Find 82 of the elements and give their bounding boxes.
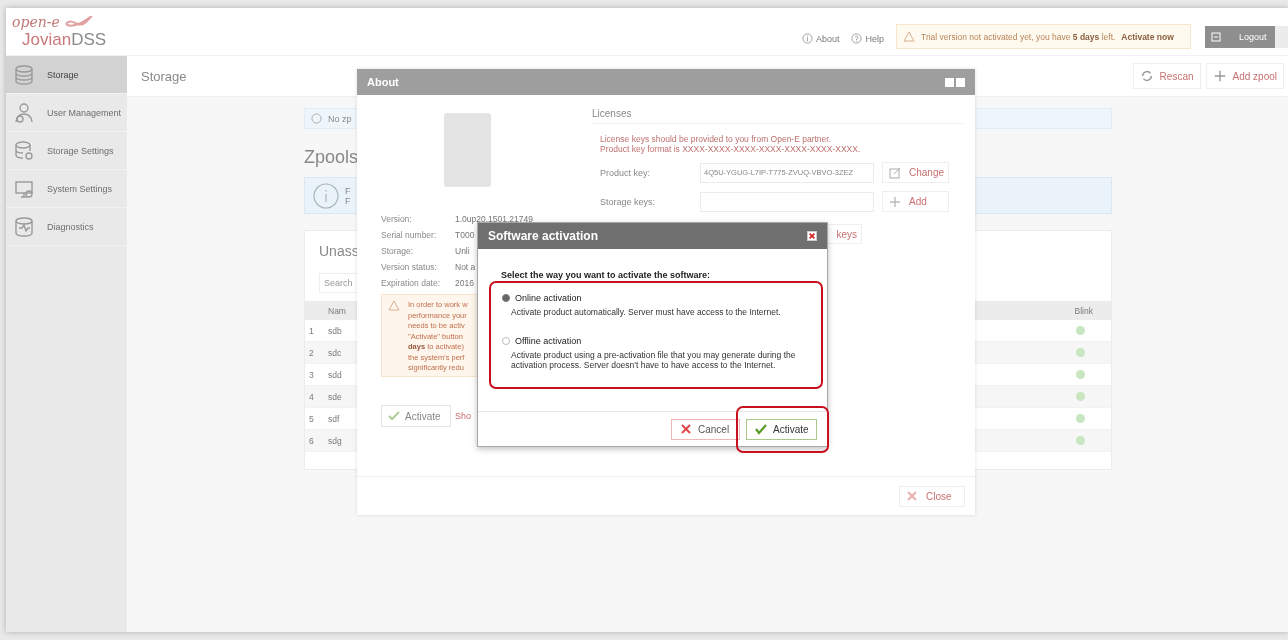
- table-cell-text: 6: [308, 435, 315, 446]
- detail-value: 2016: [455, 278, 474, 288]
- status-dot: [1076, 326, 1085, 335]
- plus-icon: [1212, 69, 1227, 83]
- status-dot: [1076, 392, 1085, 401]
- show-link[interactable]: Sho: [455, 411, 471, 421]
- sidebar-item[interactable]: Storage: [6, 56, 127, 94]
- logo-wordmark: JovianDSS: [21, 30, 107, 50]
- info-text: F: [345, 195, 351, 206]
- warning-icon: [903, 31, 915, 42]
- toolbar-button[interactable]: Rescan: [1132, 63, 1201, 89]
- detail-label: Storage:: [381, 246, 415, 256]
- table-cell: sdf: [328, 413, 340, 424]
- toolbar-button[interactable]: Add zpool: [1205, 63, 1284, 89]
- database-pulse-icon: [13, 215, 35, 238]
- logo-swirl-icon: [63, 16, 94, 28]
- activate-button[interactable]: Activate: [381, 405, 451, 427]
- close-icon: [680, 423, 692, 435]
- table-cell-text: 2: [308, 347, 315, 358]
- table-cell: sdg: [328, 435, 342, 446]
- table-cell-text: 4: [308, 391, 315, 402]
- help-icon: [851, 33, 863, 44]
- table-cell-text: 3: [308, 369, 315, 380]
- trial-message: Trial version not activated yet, you have 5 days left.: [921, 31, 1116, 42]
- field-label: Storage keys:: [600, 196, 657, 207]
- refresh-icon: [1139, 69, 1154, 83]
- field-label: Product key:: [600, 167, 652, 178]
- warning-icon: [388, 300, 400, 311]
- table-cell-text: 1: [308, 325, 315, 336]
- header-link[interactable]: Help: [851, 33, 884, 44]
- radio-button[interactable]: [502, 294, 510, 302]
- page-title: Storage: [141, 68, 187, 84]
- status-dot: [1076, 348, 1085, 357]
- notice-text: No zp: [328, 113, 352, 124]
- activation-prompt: Select the way you want to activate the software:: [501, 270, 712, 280]
- radio-button[interactable]: [502, 337, 510, 345]
- check-icon: [388, 411, 400, 421]
- detail-label: Serial number:: [381, 230, 438, 240]
- plus-icon: [889, 195, 901, 208]
- detail-value: T000: [455, 230, 475, 240]
- table-cell: sdb: [328, 325, 342, 336]
- option-description: Activate product automatically. Server must have access to the Internet.: [511, 307, 782, 317]
- panel-title: Unass: [319, 243, 359, 259]
- add-button[interactable]: Add: [882, 191, 949, 212]
- option-label[interactable]: Offline activation: [515, 336, 582, 346]
- check-icon: [755, 423, 767, 435]
- status-dot: [1076, 436, 1085, 445]
- status-dot: [1076, 414, 1085, 423]
- section-title: Zpools: [304, 147, 359, 168]
- close-button[interactable]: Close: [899, 485, 965, 507]
- detail-label: Version status:: [381, 262, 438, 272]
- activate-now-link[interactable]: Activate now: [1121, 31, 1174, 42]
- logo-tagline: open-e: [12, 14, 60, 30]
- option-label[interactable]: Online activation: [515, 293, 582, 303]
- logout-button[interactable]: Logout: [1205, 26, 1275, 48]
- detail-value: Not a: [455, 262, 476, 272]
- database-gear-icon: [13, 139, 35, 162]
- change-button[interactable]: Change: [882, 162, 949, 183]
- logout-icon: [1211, 32, 1221, 42]
- table-cell: sde: [328, 391, 342, 402]
- option-description: Activate product using a pre-activation file that you may generate during the activation process. Server doesn't have to have access to the Internet.: [511, 350, 797, 370]
- detail-value: 1.0up20.1501.21749: [455, 214, 533, 224]
- status-dot: [1076, 370, 1085, 379]
- table-cell-text: 5: [308, 413, 315, 424]
- dialog-title: Software activation: [488, 229, 599, 243]
- table-cell: sdd: [328, 369, 342, 380]
- detail-value: Unli: [455, 246, 470, 256]
- close-icon: [906, 490, 918, 502]
- table-cell: sdc: [328, 347, 342, 358]
- license-note: Product key format is XXXX-XXXX-XXXX-XXXX-XXXX-XXXX-XXXX.: [600, 144, 861, 154]
- detail-label: Expiration date:: [381, 278, 442, 288]
- user-icon: [13, 101, 35, 124]
- licenses-title: Licenses: [592, 108, 633, 119]
- dialog-title: About: [367, 76, 399, 88]
- activate-button[interactable]: Activate: [746, 418, 817, 440]
- detail-label: Version:: [381, 214, 413, 224]
- database-icon: [13, 63, 35, 86]
- info-text: F: [345, 185, 351, 196]
- license-note: License keys should be provided to you from Open-E partner.: [600, 134, 832, 144]
- header-link[interactable]: About: [801, 33, 840, 44]
- edit-icon: [889, 166, 901, 179]
- cancel-button[interactable]: Cancel: [671, 418, 740, 440]
